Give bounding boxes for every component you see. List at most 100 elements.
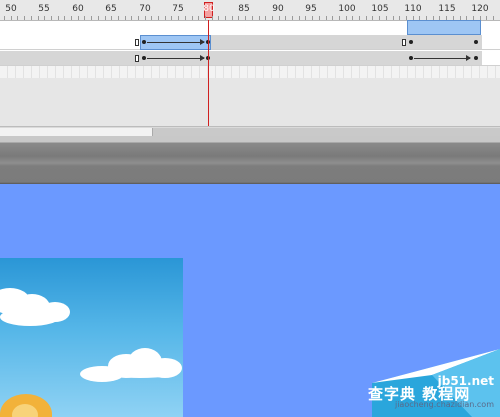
tween-arrow-icon bbox=[414, 55, 471, 61]
ruler-minor-tick bbox=[252, 16, 253, 20]
ruler-minor-tick bbox=[399, 16, 400, 20]
ruler-minor-tick bbox=[339, 16, 340, 20]
ruler-minor-tick bbox=[51, 16, 52, 20]
tween-arrow-icon bbox=[147, 55, 205, 61]
panel-divider[interactable] bbox=[0, 136, 500, 184]
timeline-empty-area bbox=[0, 78, 500, 126]
ruler-label-95: 95 bbox=[305, 4, 317, 14]
ruler-minor-tick bbox=[111, 16, 112, 20]
ruler-label-65: 65 bbox=[105, 4, 117, 14]
ruler-minor-tick bbox=[285, 16, 286, 20]
ruler-minor-tick bbox=[393, 16, 394, 20]
ruler-minor-tick bbox=[265, 16, 266, 20]
ruler-minor-tick bbox=[366, 16, 367, 20]
ruler-label-110: 110 bbox=[404, 4, 422, 14]
ruler-minor-tick bbox=[171, 16, 172, 20]
hollow-keyframe-icon[interactable] bbox=[135, 39, 139, 46]
ruler-minor-tick bbox=[98, 16, 99, 20]
keyframe-icon[interactable] bbox=[474, 56, 478, 60]
ruler-minor-tick bbox=[359, 16, 360, 20]
ruler-minor-tick bbox=[11, 16, 12, 20]
watermark-url: jiaocheng.chazidian.com bbox=[394, 400, 494, 409]
ruler-label-105: 105 bbox=[371, 4, 389, 14]
stage-canvas[interactable]: jb51.net 查字典 教程网 jiaocheng.chazidian.com bbox=[0, 184, 500, 417]
ruler-minor-tick bbox=[225, 16, 226, 20]
ruler-label-55: 55 bbox=[38, 4, 50, 14]
ruler-minor-tick bbox=[352, 16, 353, 20]
ruler-minor-tick bbox=[151, 16, 152, 20]
ruler-minor-tick bbox=[158, 16, 159, 20]
ruler-minor-tick bbox=[91, 16, 92, 20]
ruler-label-115: 115 bbox=[438, 4, 456, 14]
ruler-minor-tick bbox=[346, 16, 347, 20]
ruler-minor-tick bbox=[64, 16, 65, 20]
ruler-minor-tick bbox=[71, 16, 72, 20]
ruler-minor-tick bbox=[84, 16, 85, 20]
ruler-minor-tick bbox=[198, 16, 199, 20]
scrollbar-track[interactable] bbox=[153, 128, 500, 136]
ruler-label-120: 120 bbox=[471, 4, 489, 14]
ruler-minor-tick bbox=[78, 16, 79, 20]
cloud-shape bbox=[100, 364, 180, 378]
ruler-minor-tick bbox=[312, 16, 313, 20]
ruler-minor-tick bbox=[131, 16, 132, 20]
keyframe-icon[interactable] bbox=[474, 40, 478, 44]
hollow-keyframe-icon[interactable] bbox=[402, 39, 406, 46]
ruler-minor-tick bbox=[125, 16, 126, 20]
hollow-keyframe-icon[interactable] bbox=[135, 55, 139, 62]
ruler-minor-tick bbox=[332, 16, 333, 20]
ruler-label-85: 85 bbox=[238, 4, 250, 14]
ruler-minor-tick bbox=[145, 16, 146, 20]
ruler-minor-tick bbox=[44, 16, 45, 20]
ruler-minor-tick bbox=[205, 16, 206, 20]
keyframe-icon[interactable] bbox=[142, 56, 146, 60]
ruler-label-90: 90 bbox=[272, 4, 284, 14]
keyframe-icon[interactable] bbox=[409, 40, 413, 44]
ruler-minor-tick bbox=[165, 16, 166, 20]
keyframe-icon[interactable] bbox=[409, 56, 413, 60]
layer-row-1[interactable] bbox=[0, 35, 500, 50]
frame-ruler[interactable]: 50 55 60 65 70 75 80 85 90 95 100 105 11… bbox=[0, 0, 500, 21]
ruler-minor-tick bbox=[292, 16, 293, 20]
ruler-minor-tick bbox=[24, 16, 25, 20]
ruler-minor-tick bbox=[192, 16, 193, 20]
empty-frame-cells[interactable] bbox=[0, 66, 500, 78]
ruler-label-100: 100 bbox=[338, 4, 356, 14]
ruler-minor-tick bbox=[386, 16, 387, 20]
ruler-minor-tick bbox=[138, 16, 139, 20]
ruler-minor-tick bbox=[178, 16, 179, 20]
cloud-shape bbox=[0, 308, 60, 326]
ruler-minor-tick bbox=[486, 16, 487, 20]
ruler-minor-tick bbox=[31, 16, 32, 20]
ruler-minor-tick bbox=[212, 16, 213, 20]
ruler-minor-tick bbox=[279, 16, 280, 20]
ruler-minor-tick bbox=[259, 16, 260, 20]
playhead-line[interactable] bbox=[208, 20, 209, 126]
tween-span-upper[interactable] bbox=[407, 20, 481, 35]
ruler-minor-tick bbox=[379, 16, 380, 20]
ruler-minor-tick bbox=[58, 16, 59, 20]
ruler-minor-tick bbox=[185, 16, 186, 20]
ruler-label-60: 60 bbox=[72, 4, 84, 14]
ruler-label-70: 70 bbox=[139, 4, 151, 14]
ruler-minor-tick bbox=[493, 16, 494, 20]
ruler-minor-tick bbox=[305, 16, 306, 20]
sky-background-image[interactable] bbox=[0, 258, 183, 417]
timeline-panel: 50 55 60 65 70 75 80 85 90 95 100 105 11… bbox=[0, 0, 500, 126]
scrollbar-thumb[interactable] bbox=[0, 128, 153, 136]
ruler-minor-tick bbox=[4, 16, 5, 20]
ruler-minor-tick bbox=[326, 16, 327, 20]
ruler-label-50: 50 bbox=[5, 4, 17, 14]
ruler-minor-tick bbox=[245, 16, 246, 20]
ruler-label-75: 75 bbox=[172, 4, 184, 14]
ruler-minor-tick bbox=[319, 16, 320, 20]
keyframe-icon[interactable] bbox=[142, 40, 146, 44]
ruler-minor-tick bbox=[118, 16, 119, 20]
ruler-minor-tick bbox=[372, 16, 373, 20]
layer-row-2[interactable] bbox=[0, 51, 500, 66]
ruler-minor-tick bbox=[17, 16, 18, 20]
ruler-minor-tick bbox=[232, 16, 233, 20]
ruler-minor-tick bbox=[218, 16, 219, 20]
ruler-label-80-current: 80 bbox=[203, 4, 215, 14]
tween-arrow-icon bbox=[147, 39, 205, 45]
